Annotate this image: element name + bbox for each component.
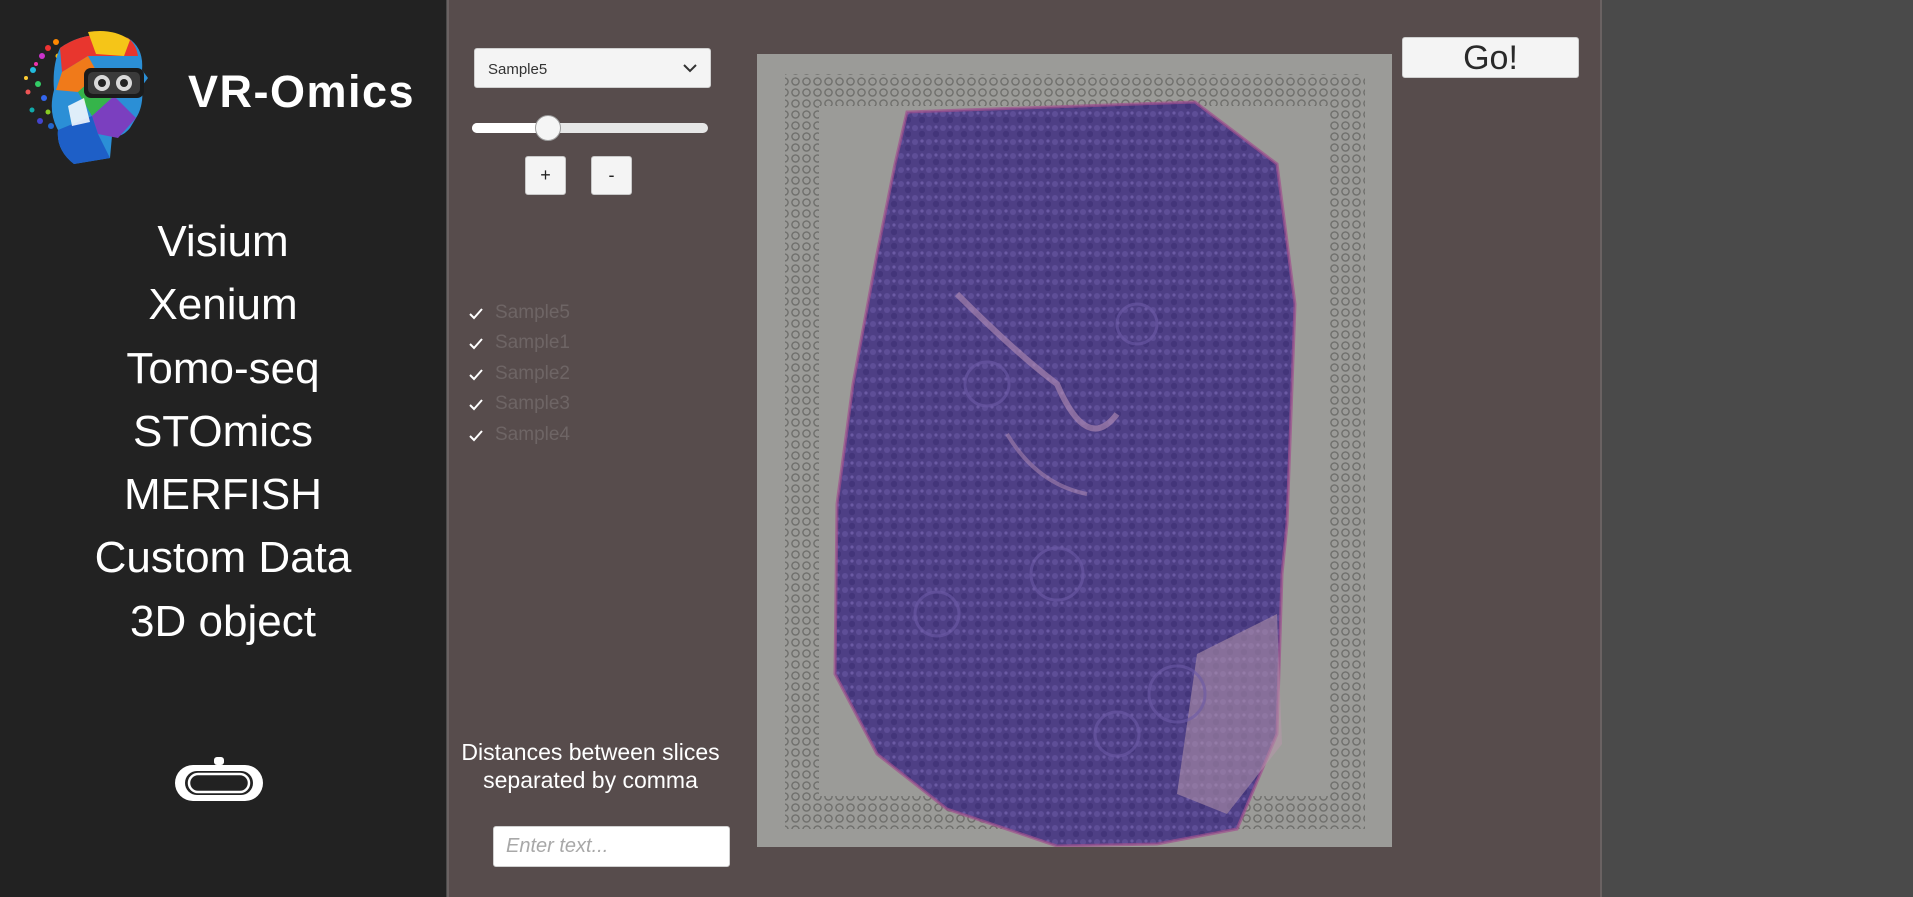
sample-dropdown-value: Sample5: [488, 61, 548, 78]
check-icon: [469, 308, 483, 320]
go-button[interactable]: Go!: [1402, 37, 1579, 78]
sample-dropdown[interactable]: Sample5: [474, 48, 711, 88]
minus-button[interactable]: -: [591, 156, 632, 195]
nav-item-merfish[interactable]: MERFISH: [0, 463, 446, 526]
slider-handle[interactable]: [534, 115, 561, 141]
check-icon: [469, 338, 483, 350]
sample-checkbox-sample4[interactable]: Sample4: [466, 422, 616, 452]
chevron-down-icon: [683, 64, 697, 73]
sidebar: VR-Omics Visium Xenium Tomo-seq STOmics …: [0, 0, 446, 897]
check-icon: [469, 399, 483, 411]
distance-label-line2: separated by comma: [483, 767, 698, 793]
sample-label: Sample1: [495, 332, 570, 354]
protocol-nav: Visium Xenium Tomo-seq STOmics MERFISH C…: [0, 210, 446, 653]
sample-list: Sample5 Sample1 Sample2 Sample3 Sample4: [466, 300, 616, 452]
nav-item-visium[interactable]: Visium: [0, 210, 446, 273]
nav-item-3d-object[interactable]: 3D object: [0, 590, 446, 653]
tissue-svg: [757, 54, 1392, 847]
sample-checkbox-sample5[interactable]: Sample5: [466, 300, 616, 330]
distance-label: Distances between slices separated by co…: [448, 738, 733, 794]
vr-omics-logo: [24, 31, 148, 165]
vr-headset-icon[interactable]: [173, 755, 265, 805]
nav-item-custom-data[interactable]: Custom Data: [0, 526, 446, 589]
sample-checkbox-sample3[interactable]: Sample3: [466, 391, 616, 421]
check-icon: [469, 369, 483, 381]
check-icon: [469, 429, 483, 442]
nav-item-stomics[interactable]: STOmics: [0, 400, 446, 463]
nav-item-tomo-seq[interactable]: Tomo-seq: [0, 337, 446, 400]
app-title: VR-Omics: [188, 66, 416, 117]
slice-slider[interactable]: [472, 115, 708, 141]
sample-checkbox-sample1[interactable]: Sample1: [466, 330, 616, 360]
sample-label: Sample4: [495, 423, 570, 445]
distance-label-line1: Distances between slices: [461, 739, 720, 765]
sample-label: Sample5: [495, 302, 570, 323]
plus-button[interactable]: +: [525, 156, 566, 195]
sample-checkbox-sample2[interactable]: Sample2: [466, 361, 616, 391]
right-gutter: [1602, 0, 1913, 897]
nav-item-xenium[interactable]: Xenium: [0, 273, 446, 336]
sample-label: Sample3: [495, 393, 570, 415]
distance-input[interactable]: [493, 826, 730, 867]
sample-label: Sample2: [495, 362, 570, 384]
tissue-slide-image: [757, 54, 1392, 847]
